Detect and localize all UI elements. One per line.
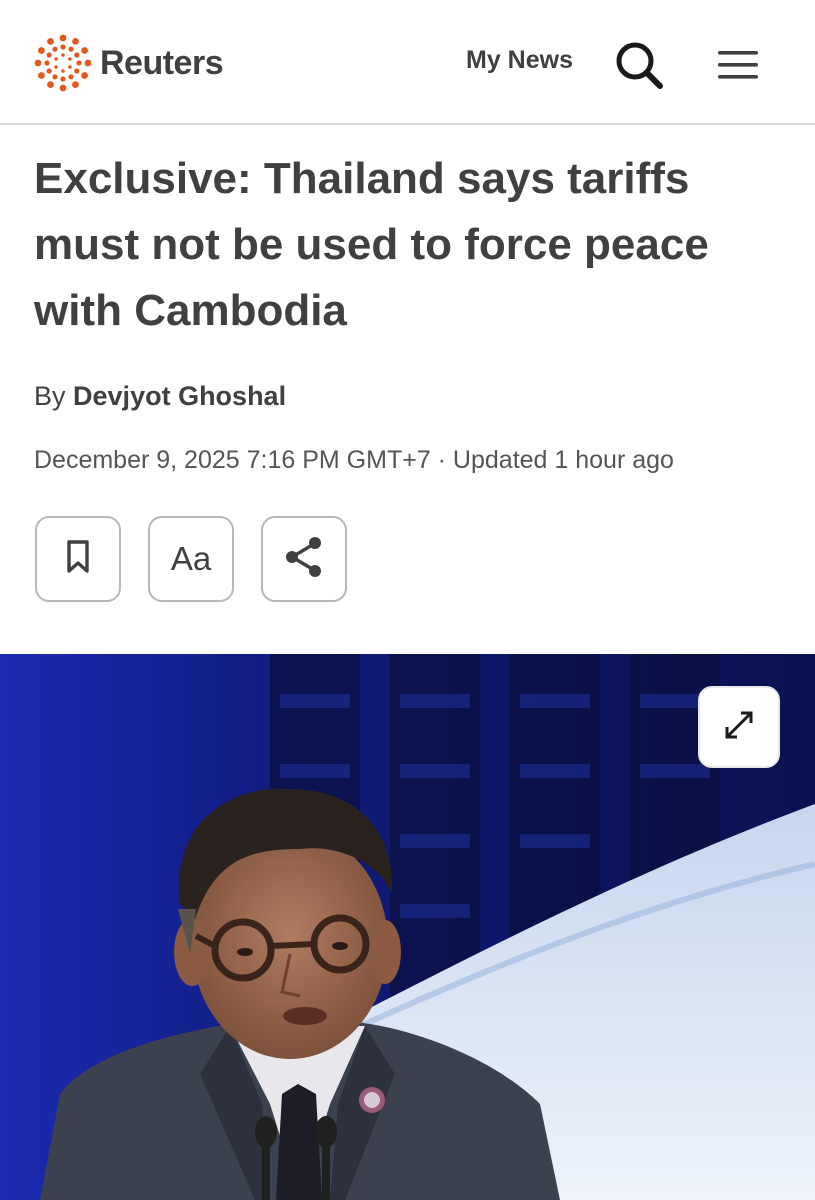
search-icon — [612, 42, 666, 96]
share-icon — [280, 533, 328, 586]
my-news-link[interactable]: My News — [466, 46, 573, 75]
reuters-logo-icon — [34, 34, 92, 92]
byline: By Devjyot Ghoshal — [34, 381, 286, 412]
brand-name: Reuters — [100, 43, 224, 82]
expand-icon — [719, 705, 759, 750]
article-dateline: December 9, 2025 7:16 PM GMT+7 · Updated… — [34, 446, 674, 474]
hamburger-menu-icon — [712, 51, 764, 90]
reuters-logo[interactable]: Reuters — [34, 34, 224, 92]
bookmark-icon — [63, 538, 93, 581]
expand-photo-button[interactable] — [698, 686, 780, 768]
article-photo[interactable] — [0, 654, 815, 1200]
bookmark-button[interactable] — [35, 516, 121, 602]
share-button[interactable] — [261, 516, 347, 602]
search-button[interactable] — [612, 38, 666, 92]
byline-prefix: By — [34, 381, 66, 411]
author-link[interactable]: Devjyot Ghoshal — [73, 381, 286, 411]
font-size-button[interactable]: Aa — [148, 516, 234, 602]
menu-button[interactable] — [712, 44, 764, 86]
article-headline: Exclusive: Thailand says tariffs must no… — [34, 154, 709, 335]
top-navigation-bar: Reuters My News — [0, 0, 815, 125]
font-size-icon: Aa — [170, 540, 212, 577]
